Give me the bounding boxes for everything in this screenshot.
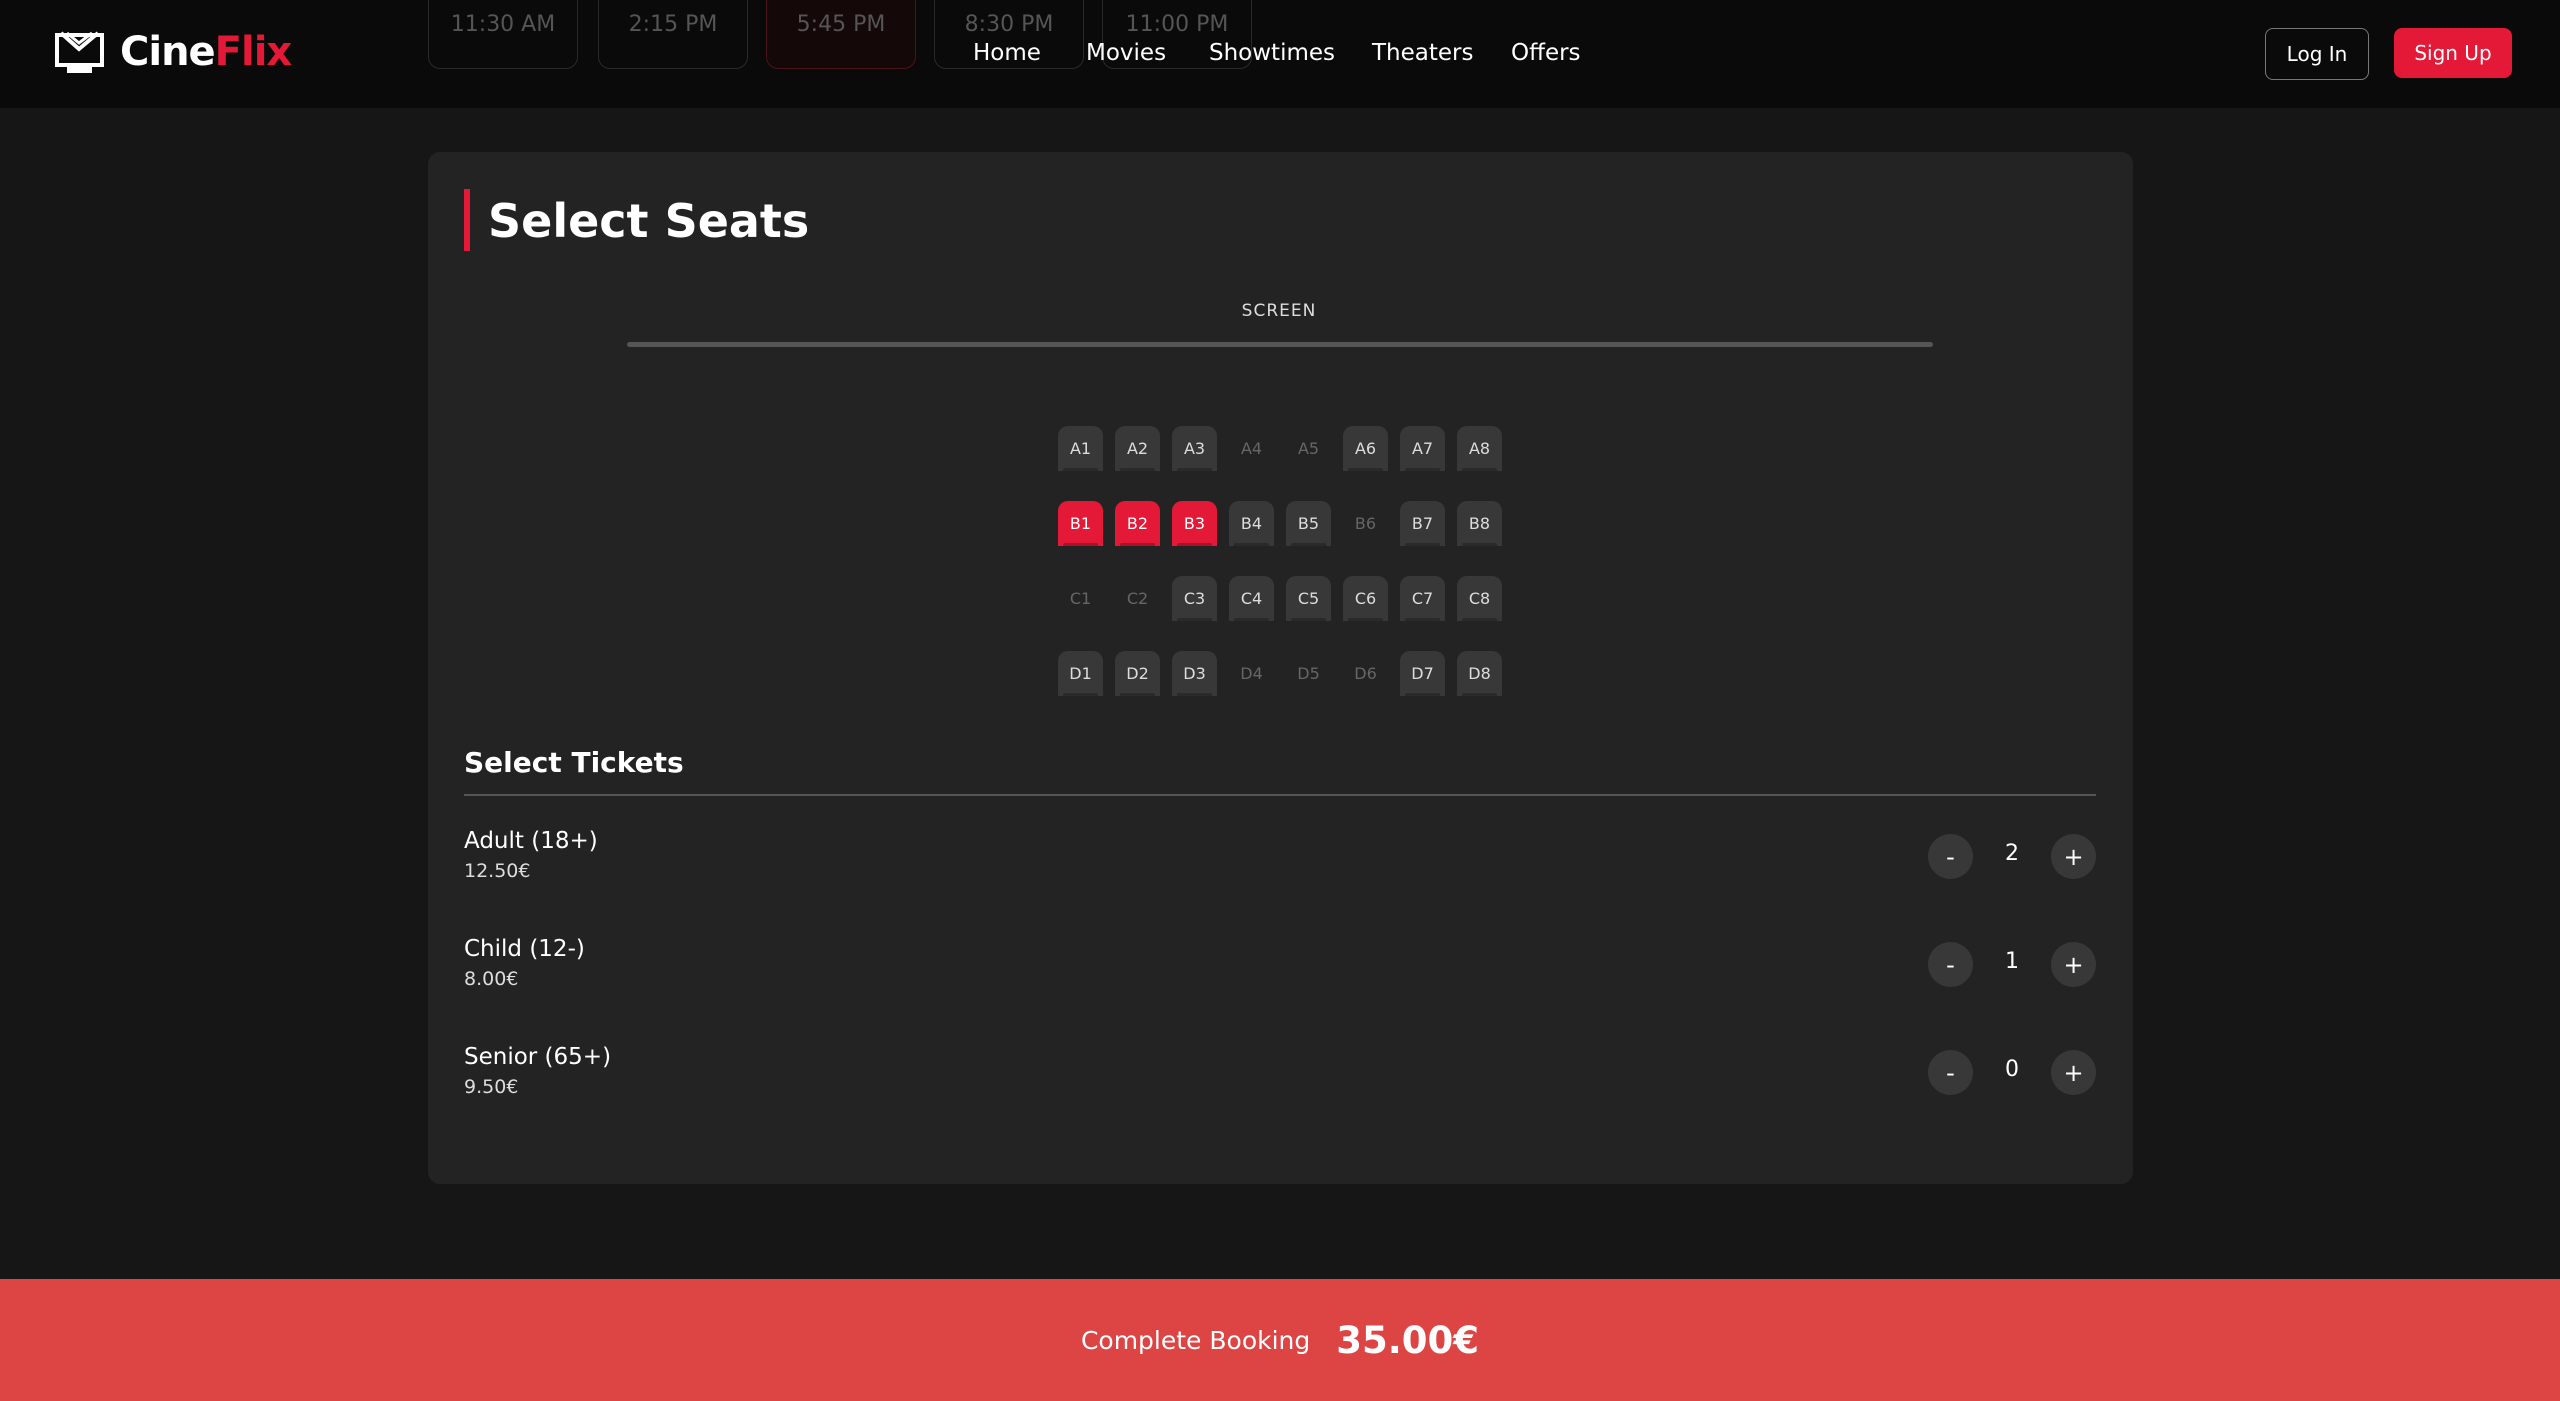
- seat-taken: D5: [1297, 664, 1320, 683]
- ticket-price: 9.50€: [464, 1076, 519, 1098]
- brand-name: CineFlix: [120, 29, 293, 75]
- showtime-pill[interactable]: 2:15 PM: [598, 0, 748, 69]
- ticket-quantity: 2: [2005, 841, 2019, 866]
- complete-booking-button[interactable]: Complete Booking 35.00€: [0, 1279, 2560, 1401]
- seat-available[interactable]: C4: [1229, 576, 1274, 621]
- decrease-button[interactable]: -: [1928, 834, 1973, 879]
- seat-taken: A5: [1297, 439, 1320, 458]
- ticket-quantity: 0: [2005, 1057, 2019, 1082]
- seat-selected[interactable]: B3: [1172, 501, 1217, 546]
- seat-available[interactable]: B8: [1457, 501, 1502, 546]
- seat-available[interactable]: D7: [1400, 651, 1445, 696]
- seat-available[interactable]: C8: [1457, 576, 1502, 621]
- seat-available[interactable]: D2: [1115, 651, 1160, 696]
- seat-taken: A4: [1240, 439, 1263, 458]
- seat-available[interactable]: D3: [1172, 651, 1217, 696]
- brand-name-part1: Cine: [120, 29, 216, 75]
- seat-available[interactable]: A2: [1115, 426, 1160, 471]
- seat-taken: D4: [1240, 664, 1263, 683]
- tickets-heading: Select Tickets: [464, 746, 684, 779]
- ticket-type-label: Child (12-): [464, 936, 585, 962]
- ticket-type-label: Adult (18+): [464, 828, 598, 854]
- nav-movies[interactable]: Movies: [1086, 40, 1166, 66]
- seat-selected[interactable]: B2: [1115, 501, 1160, 546]
- seat-available[interactable]: A7: [1400, 426, 1445, 471]
- nav-home[interactable]: Home: [973, 40, 1041, 66]
- screen-label: SCREEN: [1241, 301, 1317, 321]
- page-title: Select Seats: [488, 194, 810, 248]
- seat-taken: D6: [1354, 664, 1377, 683]
- increase-button[interactable]: +: [2051, 834, 2096, 879]
- seat-available[interactable]: A6: [1343, 426, 1388, 471]
- booking-total: 35.00€: [1336, 1318, 1480, 1362]
- seat-available[interactable]: A3: [1172, 426, 1217, 471]
- ticket-price: 8.00€: [464, 968, 519, 990]
- seat-taken: C2: [1126, 589, 1149, 608]
- seat-selected[interactable]: B1: [1058, 501, 1103, 546]
- showtime-pill-selected[interactable]: 5:45 PM: [766, 0, 916, 69]
- seat-available[interactable]: B5: [1286, 501, 1331, 546]
- increase-button[interactable]: +: [2051, 1050, 2096, 1095]
- logo[interactable]: CineFlix: [55, 29, 293, 75]
- ticket-type-label: Senior (65+): [464, 1044, 612, 1070]
- signup-button[interactable]: Sign Up: [2394, 28, 2512, 78]
- seat-available[interactable]: D8: [1457, 651, 1502, 696]
- login-button[interactable]: Log In: [2265, 28, 2369, 80]
- showtime-pill[interactable]: 11:30 AM: [428, 0, 578, 69]
- seat-available[interactable]: A1: [1058, 426, 1103, 471]
- ticket-price: 12.50€: [464, 860, 531, 882]
- brand-name-part2: Flix: [214, 29, 293, 75]
- nav-showtimes[interactable]: Showtimes: [1209, 40, 1335, 66]
- tv-logo-icon: [55, 31, 104, 73]
- nav-offers[interactable]: Offers: [1511, 40, 1581, 66]
- complete-booking-label: Complete Booking: [1080, 1325, 1311, 1355]
- nav-theaters[interactable]: Theaters: [1372, 40, 1473, 66]
- seat-available[interactable]: B7: [1400, 501, 1445, 546]
- seat-available[interactable]: A8: [1457, 426, 1502, 471]
- divider: [464, 794, 2096, 796]
- decrease-button[interactable]: -: [1928, 942, 1973, 987]
- decrease-button[interactable]: -: [1928, 1050, 1973, 1095]
- seat-taken: C1: [1069, 589, 1092, 608]
- increase-button[interactable]: +: [2051, 942, 2096, 987]
- seat-available[interactable]: C5: [1286, 576, 1331, 621]
- screen-indicator: [627, 342, 1933, 347]
- seat-available[interactable]: B4: [1229, 501, 1274, 546]
- title-accent-bar: [464, 189, 470, 251]
- seat-available[interactable]: C7: [1400, 576, 1445, 621]
- seat-taken: B6: [1354, 514, 1377, 533]
- seat-available[interactable]: C3: [1172, 576, 1217, 621]
- seat-available[interactable]: D1: [1058, 651, 1103, 696]
- ticket-quantity: 1: [2005, 949, 2019, 974]
- seat-available[interactable]: C6: [1343, 576, 1388, 621]
- header: CineFlix 11:30 AM 2:15 PM 5:45 PM 8:30 P…: [0, 0, 2560, 108]
